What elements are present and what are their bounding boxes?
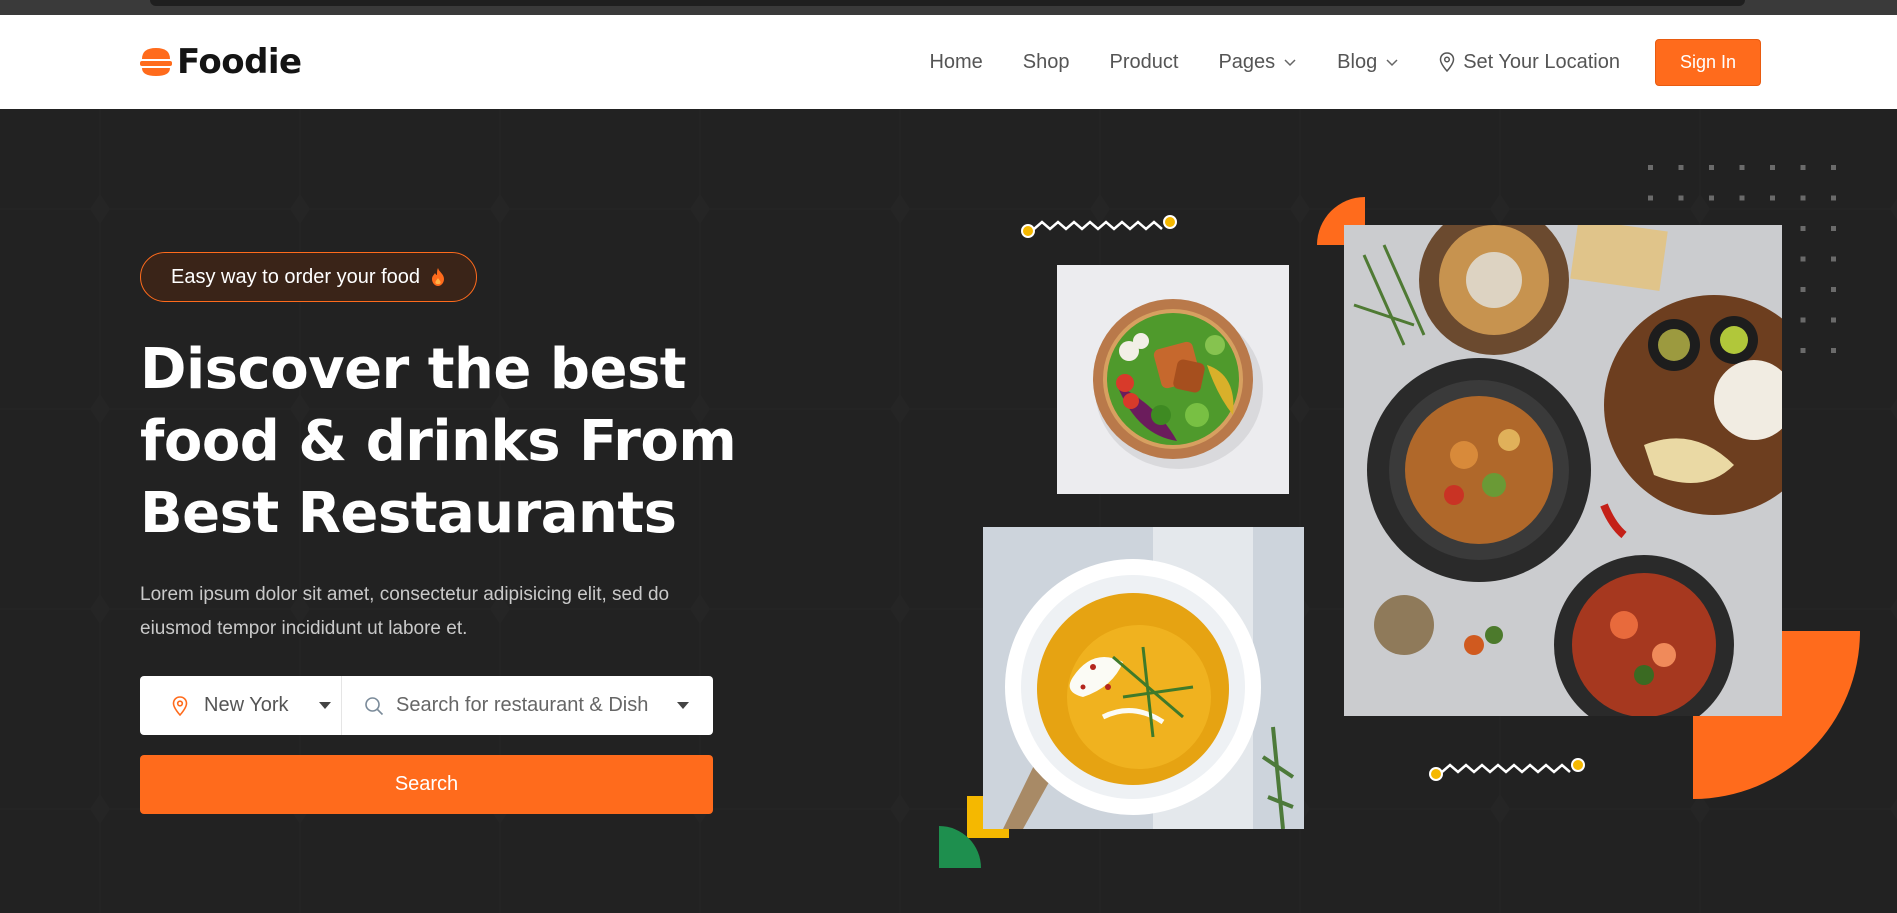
hero-section: Easy way to order your food Discover the…: [0, 109, 1897, 913]
nav-pages-label: Pages: [1218, 50, 1276, 73]
hero-badge: Easy way to order your food: [140, 252, 478, 302]
food-platter-photo: [1344, 225, 1782, 716]
food-platter-illustration: [1344, 225, 1782, 716]
search-icon: [365, 696, 384, 715]
map-pin-icon: [1439, 52, 1455, 72]
salad-bowl-illustration: [1057, 265, 1289, 494]
headline-line-3: Best Restaurants: [140, 481, 677, 546]
city-select[interactable]: New York: [140, 676, 342, 735]
chevron-down-icon: [1386, 59, 1398, 67]
sign-in-button[interactable]: Sign In: [1655, 38, 1761, 86]
search-input[interactable]: [396, 694, 651, 717]
nav-blog-label: Blog: [1337, 50, 1378, 73]
main-nav: Home Shop Product Pages Blog Set Your Lo…: [929, 15, 1897, 109]
set-location-label: Set Your Location: [1463, 50, 1620, 73]
nav-pages[interactable]: Pages: [1218, 51, 1297, 74]
site-header: Foodie Home Shop Product Pages Blog Set …: [0, 15, 1897, 109]
nav-home[interactable]: Home: [929, 51, 982, 74]
salad-bowl-photo: [1057, 265, 1289, 494]
pumpkin-soup-photo: [983, 527, 1304, 829]
zigzag-decoration: [1021, 215, 1177, 238]
nav-product-label: Product: [1109, 50, 1179, 73]
headline-line-1: Discover the best: [140, 337, 687, 402]
hero-badge-text: Easy way to order your food: [171, 265, 421, 288]
hero-description: Lorem ipsum dolor sit amet, consectetur …: [140, 584, 670, 639]
nav-product[interactable]: Product: [1110, 51, 1179, 74]
chevron-down-icon: [1284, 59, 1296, 67]
nav-shop-label: Shop: [1022, 50, 1070, 73]
hero-headline: Discover the best food & drinks From Bes…: [140, 334, 780, 550]
pumpkin-soup-illustration: [983, 527, 1304, 829]
set-location-link[interactable]: Set Your Location: [1439, 51, 1620, 74]
browser-top-strip: [0, 0, 1897, 15]
brand-name: Foodie: [177, 42, 302, 82]
caret-down-icon: [318, 702, 331, 709]
flame-icon: [432, 268, 445, 286]
search-button[interactable]: Search: [140, 755, 713, 814]
green-quarter-decoration: [939, 826, 981, 868]
nav-shop[interactable]: Shop: [1023, 51, 1070, 74]
map-pin-icon: [172, 695, 188, 716]
dish-search: [342, 676, 713, 735]
browser-tab-bar: [150, 0, 1745, 6]
city-value: New York: [204, 694, 289, 716]
caret-down-icon[interactable]: [677, 702, 689, 709]
nav-home-label: Home: [929, 50, 983, 73]
headline-line-2: food & drinks From: [140, 409, 737, 474]
logo[interactable]: Foodie: [139, 42, 302, 82]
search-bar: New York: [140, 676, 713, 735]
burger-logo-icon: [140, 48, 172, 76]
zigzag-decoration: [1429, 758, 1585, 781]
nav-blog[interactable]: Blog: [1337, 51, 1399, 74]
